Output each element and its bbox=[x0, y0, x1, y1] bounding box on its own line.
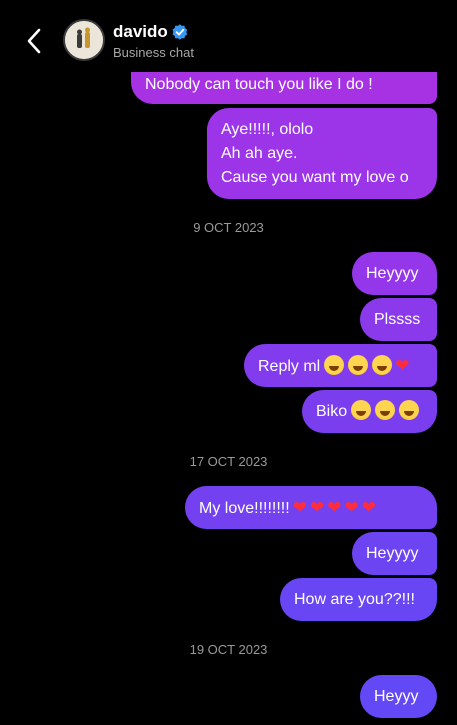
message-bubble[interactable]: How are you??!!! bbox=[280, 578, 437, 621]
crying-face-emoji-icon bbox=[351, 400, 372, 420]
avatar[interactable] bbox=[63, 19, 105, 61]
message-text: Ah ah aye. bbox=[221, 145, 298, 162]
message-text: Heyyyy bbox=[366, 545, 419, 562]
crying-face-emoji-icon bbox=[399, 400, 420, 420]
red-heart-emoji-icon: ❤ bbox=[327, 498, 342, 517]
date-separator: 19 OCT 2023 bbox=[189, 642, 268, 657]
red-heart-emoji-icon: ❤ bbox=[395, 356, 410, 375]
message-list: Nobody can touch you like I do ! Aye!!!!… bbox=[0, 0, 457, 725]
message-bubble[interactable]: Aye!!!!!, ololo Ah ah aye. Cause you wan… bbox=[207, 108, 437, 199]
message-text: Heyyy bbox=[374, 688, 419, 705]
red-heart-emoji-icon: ❤ bbox=[344, 498, 359, 517]
crying-face-emoji-icon bbox=[324, 355, 345, 375]
crying-face-emoji-icon bbox=[375, 400, 396, 420]
red-heart-emoji-icon: ❤ bbox=[309, 498, 325, 517]
message-bubble[interactable]: Heyyy bbox=[360, 675, 437, 718]
chat-header: davido Business chat bbox=[0, 0, 457, 72]
message-text: Plssss bbox=[374, 311, 421, 328]
message-text: How are you??!!! bbox=[294, 591, 415, 608]
back-arrow-icon[interactable] bbox=[22, 26, 46, 56]
crying-face-emoji-icon bbox=[372, 355, 393, 375]
message-bubble[interactable]: Plssss bbox=[360, 298, 437, 341]
message-text: Aye!!!!!, ololo bbox=[221, 121, 314, 138]
verified-badge-icon bbox=[172, 24, 188, 40]
red-heart-emoji-icon: ❤ bbox=[292, 498, 307, 517]
message-text: My love!!!!!!!! bbox=[199, 500, 290, 517]
message-bubble[interactable]: Heyyyy bbox=[352, 532, 437, 575]
message-bubble[interactable]: Heyyyy bbox=[352, 252, 437, 295]
message-text: Biko bbox=[316, 403, 348, 420]
red-heart-emoji-icon: ❤ bbox=[361, 498, 376, 517]
date-separator: 9 OCT 2023 bbox=[193, 220, 264, 235]
message-bubble[interactable]: My love!!!!!!!! ❤ ❤ ❤ ❤ ❤ bbox=[185, 486, 437, 529]
avatar-image bbox=[65, 21, 103, 59]
message-bubble[interactable]: Reply ml ❤ bbox=[244, 344, 437, 387]
message-bubble[interactable]: Biko bbox=[302, 390, 437, 433]
date-separator: 17 OCT 2023 bbox=[189, 454, 268, 469]
message-text: Heyyyy bbox=[366, 265, 419, 282]
message-text: Cause you want my love o bbox=[221, 169, 409, 186]
chat-screen: davido Business chat Nobody can touch yo… bbox=[0, 0, 457, 725]
message-text: Nobody can touch you like I do ! bbox=[145, 76, 373, 93]
contact-subtitle: Business chat bbox=[113, 45, 194, 60]
crying-face-emoji-icon bbox=[348, 355, 369, 375]
message-text: Reply ml bbox=[258, 358, 321, 375]
contact-name[interactable]: davido bbox=[113, 22, 168, 42]
